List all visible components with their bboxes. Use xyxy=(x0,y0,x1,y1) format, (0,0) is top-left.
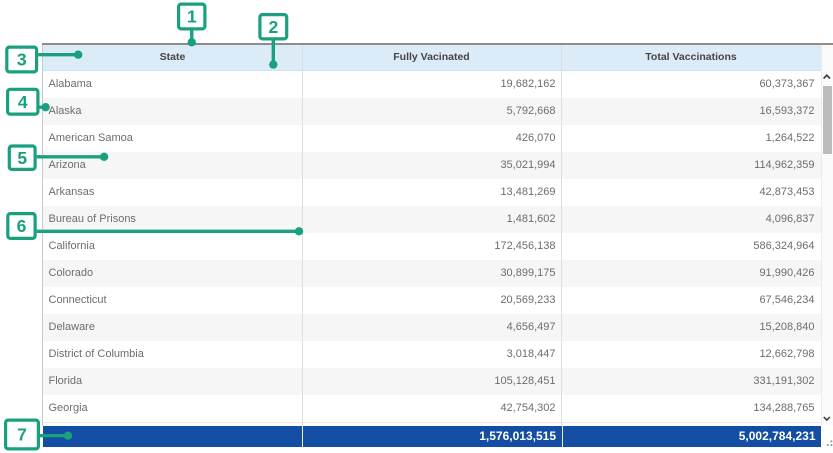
svg-text:7: 7 xyxy=(17,425,27,445)
svg-text:1: 1 xyxy=(187,7,197,27)
svg-text:6: 6 xyxy=(17,216,27,236)
svg-text:2: 2 xyxy=(269,17,279,37)
svg-text:3: 3 xyxy=(17,50,27,70)
svg-text:5: 5 xyxy=(17,148,27,168)
svg-text:4: 4 xyxy=(18,92,28,112)
